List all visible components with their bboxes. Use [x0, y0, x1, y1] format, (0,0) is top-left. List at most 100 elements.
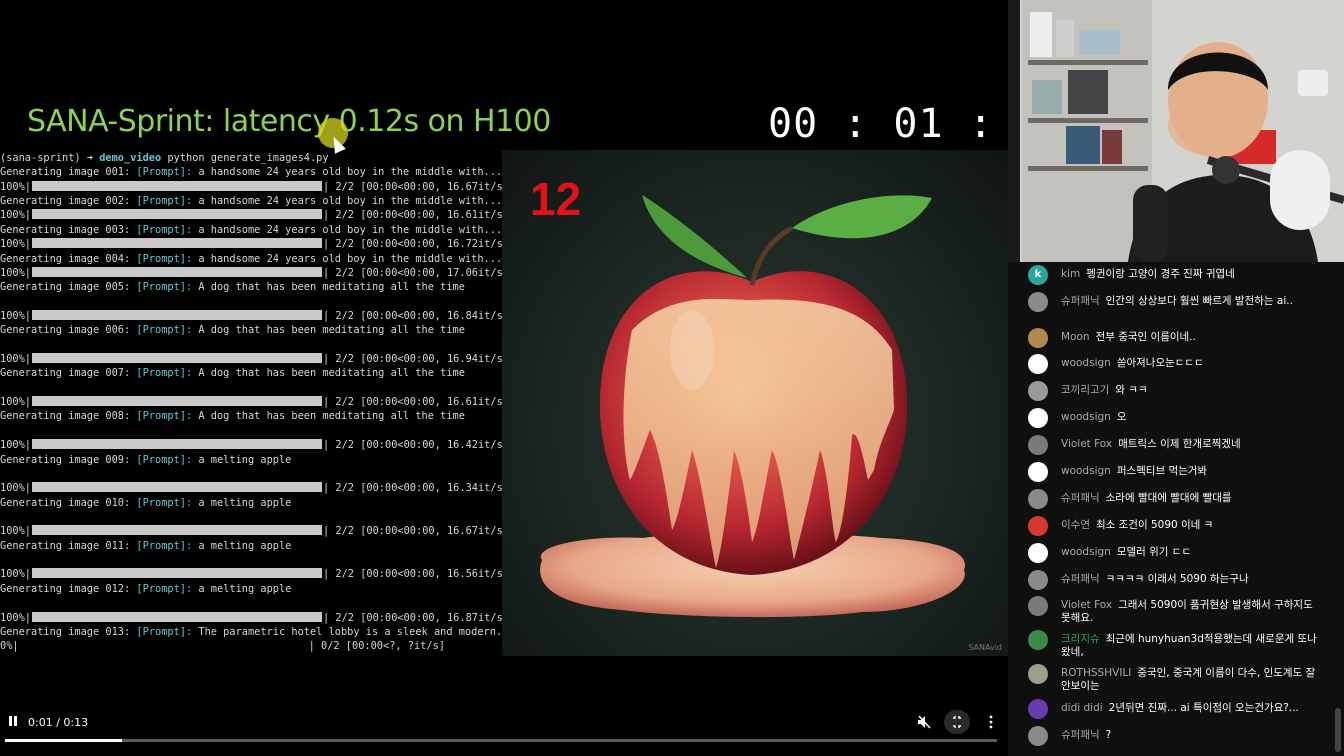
progress-bar: [32, 525, 322, 536]
prompt-tag: [Prompt]:: [136, 324, 193, 337]
chat-text: ㅋㅋㅋㅋ 이래서 5090 하는구나: [1105, 573, 1249, 585]
chat-avatar[interactable]: [1028, 596, 1048, 616]
terminal-progress-line: 100%| | 2/2 [00:00<00:00, 16.56it/s]: [0, 567, 509, 581]
chat-message-body: ROTHSSHVILI 중국인, 중국계 이름이 다수, 인도계도 잘 안보이는: [1061, 667, 1321, 693]
chat-message-body: woodsign 모델러 위기 ㄷㄷ: [1061, 546, 1321, 559]
command-args: python generate_images4.py: [161, 152, 329, 164]
chat-avatar[interactable]: [1028, 354, 1048, 374]
chat-avatar[interactable]: [1028, 699, 1048, 719]
prompt-text: a melting apple: [192, 496, 292, 509]
chat-avatar[interactable]: [1028, 570, 1048, 590]
chat-author[interactable]: woodsign: [1061, 465, 1111, 477]
terminal-generate-line: Generating image 004: [Prompt]: a handso…: [0, 252, 502, 266]
chat-text: 전부 중국인 이름이네..: [1095, 331, 1196, 343]
chat-author[interactable]: woodsign: [1061, 546, 1111, 558]
chat-author[interactable]: 슈퍼패닉: [1061, 573, 1100, 585]
video-player[interactable]: SANA-Sprint: latency 0.12s on H100 00 : …: [0, 0, 1008, 756]
streamer-webcam-image: [1008, 0, 1344, 262]
terminal-progress-line: 100%| | 2/2 [00:00<00:00, 16.84it/s]: [0, 309, 509, 323]
prompt-tag: [Prompt]:: [136, 582, 193, 595]
chat-author[interactable]: 슈퍼패닉: [1061, 492, 1100, 504]
chat-author[interactable]: kim: [1061, 268, 1080, 280]
chat-avatar[interactable]: [1028, 292, 1048, 312]
image-counter: 12: [530, 173, 582, 225]
command-env: (sana-sprint) ➜: [0, 152, 100, 164]
terminal-generate-line: Generating image 008: [Prompt]: A dog th…: [0, 409, 465, 423]
chat-avatar[interactable]: [1028, 381, 1048, 401]
progress-percent: 100%|: [0, 482, 31, 495]
chat-avatar[interactable]: [1028, 516, 1048, 536]
seek-bar[interactable]: [5, 739, 997, 742]
terminal-progress-line: 100%| | 2/2 [00:00<00:00, 17.06it/s]: [0, 266, 509, 280]
chat-message-body: didi didi 2년뒤면 진짜... ai 특이점이 오는건가요?...: [1061, 702, 1321, 715]
progress-stats: | 2/2 [00:00<00:00, 16.56it/s]: [323, 568, 509, 581]
generate-label: Generating image 003:: [0, 223, 137, 236]
progress-percent: 0%|: [0, 640, 19, 653]
prompt-tag: [Prompt]:: [136, 453, 193, 466]
prompt-text: a handsome 24 years old boy in the middl…: [192, 195, 503, 208]
chat-author[interactable]: 크리지슈: [1061, 633, 1100, 645]
chat-avatar[interactable]: [1028, 435, 1048, 455]
chat-avatar[interactable]: k: [1028, 265, 1048, 285]
chat-avatar[interactable]: [1028, 630, 1048, 650]
chat-message-body: 슈퍼패닉 소라에 빨대에 빨대에 빨대를: [1061, 492, 1321, 505]
prompt-tag: [Prompt]:: [136, 625, 193, 638]
prompt-text: a melting apple: [192, 453, 292, 466]
prompt-tag: [Prompt]:: [136, 195, 193, 208]
avatar-letter: k: [1034, 269, 1042, 280]
prompt-tag: [Prompt]:: [136, 252, 193, 265]
terminal-generate-line: Generating image 002: [Prompt]: a handso…: [0, 194, 502, 208]
chat-avatar[interactable]: [1028, 543, 1048, 563]
chat-author[interactable]: Violet Fox: [1061, 438, 1112, 450]
pause-icon[interactable]: [7, 715, 19, 731]
progress-bar: [32, 266, 322, 277]
progress-bar: [32, 396, 322, 407]
prompt-text: a handsome 24 years old boy in the middl…: [192, 252, 503, 265]
terminal-generate-line: Generating image 005: [Prompt]: A dog th…: [0, 280, 465, 294]
chat-author[interactable]: 코끼리고기: [1061, 384, 1109, 396]
chat-avatar[interactable]: [1028, 328, 1048, 348]
progress-bar: [32, 309, 322, 320]
progress-stats: | 2/2 [00:00<00:00, 17.06it/s]: [323, 266, 509, 279]
progress-bar: [32, 238, 322, 249]
chat-avatar[interactable]: [1028, 489, 1048, 509]
fullscreen-exit-icon[interactable]: [944, 710, 970, 734]
chat-author[interactable]: woodsign: [1061, 357, 1111, 369]
chat-text: 최소 조건이 5090 이네 ㅋ: [1095, 519, 1214, 531]
chat-author[interactable]: 슈퍼패닉: [1061, 295, 1100, 307]
terminal-generate-line: Generating image 003: [Prompt]: a handso…: [0, 223, 502, 237]
chat-avatar[interactable]: [1028, 664, 1048, 684]
chat-author[interactable]: woodsign: [1061, 411, 1111, 423]
progress-stats: | 2/2 [00:00<00:00, 16.34it/s]: [323, 482, 509, 495]
chat-avatar[interactable]: [1028, 462, 1048, 482]
generate-label: Generating image 009:: [0, 453, 137, 466]
chat-scrollbar[interactable]: [1335, 708, 1341, 752]
chat-text: 소라에 빨대에 빨대에 빨대를: [1105, 492, 1232, 504]
more-icon[interactable]: [988, 715, 994, 733]
mute-icon[interactable]: [917, 715, 931, 733]
chat-author[interactable]: didi didi: [1061, 702, 1103, 714]
chat-author[interactable]: 슈퍼패닉: [1061, 729, 1100, 741]
generate-label: Generating image 001:: [0, 166, 137, 179]
chat-author[interactable]: ROTHSSHVILI: [1061, 667, 1131, 679]
progress-stats: | 2/2 [00:00<00:00, 16.42it/s]: [323, 439, 509, 452]
chat-avatar[interactable]: [1028, 408, 1048, 428]
generate-label: Generating image 013:: [0, 625, 137, 638]
chat-author[interactable]: Violet Fox: [1061, 599, 1112, 611]
progress-bar: [32, 568, 322, 579]
chat-message-body: Violet Fox 그래서 5090이 품귀현상 발생해서 구하지도 못해요.: [1061, 599, 1321, 625]
progress-bar: [32, 439, 322, 450]
chat-author[interactable]: Moon: [1061, 331, 1090, 343]
chat-avatar[interactable]: [1028, 726, 1048, 746]
chat-author[interactable]: 이수연: [1061, 519, 1090, 531]
chat-text: 퍼스펙티브 먹는거봐: [1116, 465, 1208, 477]
prompt-tag: [Prompt]:: [136, 223, 193, 236]
terminal-generate-line: Generating image 001: [Prompt]: a handso…: [0, 165, 502, 179]
terminal-progress-line: 100%| | 2/2 [00:00<00:00, 16.61it/s]: [0, 395, 509, 409]
chat-message-body: woodsign 퍼스펙티브 먹는거봐: [1061, 465, 1321, 478]
progress-stats: | 0/2 [00:00<?, ?it/s]: [308, 640, 445, 653]
terminal-generate-line: Generating image 012: [Prompt]: a meltin…: [0, 582, 291, 596]
chat-message-body: Moon 전부 중국인 이름이네..: [1061, 331, 1321, 344]
terminal-progress-line: 100%| | 2/2 [00:00<00:00, 16.72it/s]: [0, 237, 509, 251]
countdown-timer: 00 : 01 : 36: [768, 101, 1008, 147]
